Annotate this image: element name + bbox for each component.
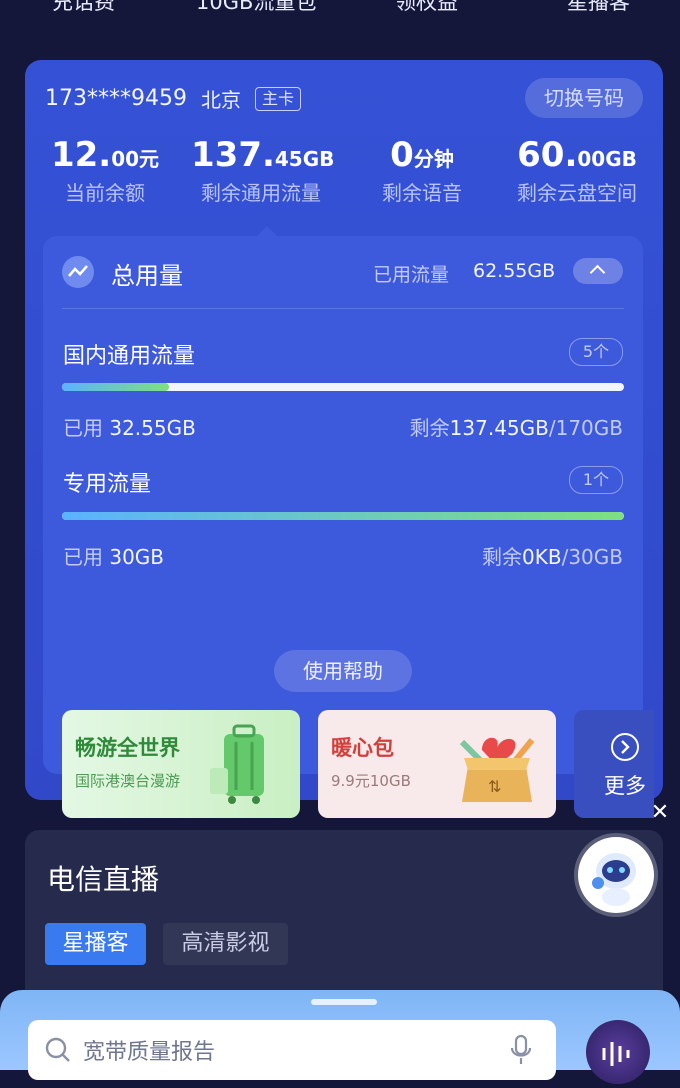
- luggage-icon: [210, 724, 264, 804]
- stat-label: 当前余额: [65, 181, 145, 205]
- general-data-remaining: 剩余137.45GB/170GB: [409, 416, 623, 440]
- balance-card: 173****9459 北京 主卡 切换号码 12.00元 当前余额 137.4…: [25, 60, 663, 818]
- nav-data-pack[interactable]: 10GB流量包: [196, 0, 316, 16]
- phone-number: 173****9459: [45, 86, 187, 111]
- usage-chart-icon: [62, 256, 94, 288]
- switch-number-button[interactable]: 切换号码: [525, 78, 643, 118]
- voice-assistant-button[interactable]: [586, 1020, 650, 1084]
- promo-title: 畅游全世界: [75, 736, 180, 760]
- stat-label: 剩余通用流量: [201, 181, 321, 205]
- general-data-progress: [62, 383, 624, 391]
- account-info: 173****9459 北京 主卡: [45, 84, 301, 113]
- stat-general-data[interactable]: 137.45GB 剩余通用流量: [191, 135, 334, 206]
- dedicated-data-progress: [62, 512, 624, 520]
- top-nav: 充话费 10GB流量包 领权益 星播客: [0, 0, 680, 16]
- collapse-toggle-chevron-up-icon[interactable]: [573, 258, 623, 284]
- robot-mascot-icon: [592, 853, 636, 906]
- gift-box-icon: ⇅: [459, 737, 535, 802]
- chevron-right-circle-icon: [611, 733, 639, 761]
- usage-title: 总用量: [111, 262, 183, 290]
- city-label: 北京: [200, 88, 241, 112]
- drag-handle[interactable]: [311, 999, 377, 1005]
- used-data-value: 62.55GB: [473, 260, 556, 282]
- promo-subtitle: 国际港澳台漫游: [75, 772, 181, 790]
- divider: [62, 308, 624, 309]
- more-promos-button[interactable]: 更多: [574, 710, 654, 818]
- more-label: 更多: [604, 774, 646, 798]
- general-data-count[interactable]: 5个: [569, 338, 623, 366]
- general-data-used: 已用 32.55GB: [63, 416, 196, 440]
- promo-subtitle: 9.9元10GB: [331, 772, 411, 790]
- dedicated-data-remaining: 剩余0KB/30GB: [482, 545, 623, 569]
- nav-recharge[interactable]: 充话费: [52, 0, 115, 16]
- tab-hd-video[interactable]: 高清影视: [163, 923, 288, 965]
- dedicated-data-used: 已用 30GB: [63, 545, 165, 569]
- stat-voice[interactable]: 0分钟 剩余语音: [372, 135, 472, 206]
- svg-text:⇅: ⇅: [488, 777, 501, 796]
- dedicated-data-title: 专用流量: [63, 472, 152, 497]
- dedicated-data-count[interactable]: 1个: [569, 466, 623, 494]
- general-data-progress-fill: [62, 383, 169, 391]
- bottom-sheet: 宽带质量报告: [0, 990, 680, 1084]
- tab-podcast[interactable]: 星播客: [45, 923, 146, 965]
- usage-panel: 总用量 已用流量 62.55GB 国内通用流量 5个 已用 32.55GB 剩余…: [43, 236, 654, 818]
- stat-label: 剩余语音: [382, 181, 462, 205]
- assistant-mascot-avatar[interactable]: [578, 837, 654, 913]
- general-data-title: 国内通用流量: [63, 344, 196, 369]
- dedicated-data-progress-fill: [62, 512, 624, 520]
- stat-balance[interactable]: 12.00元 当前余额: [45, 135, 165, 206]
- promo-warm-pack[interactable]: 暖心包 9.9元10GB ⇅: [318, 710, 556, 818]
- sound-wave-icon: [602, 1042, 630, 1066]
- main-card-tag: 主卡: [254, 86, 301, 111]
- search-input[interactable]: 宽带质量报告: [28, 1020, 556, 1080]
- live-title: 电信直播: [47, 863, 160, 896]
- nav-benefits[interactable]: 领权益: [395, 0, 458, 16]
- stat-label: 剩余云盘空间: [517, 181, 637, 205]
- usage-help-button[interactable]: 使用帮助: [274, 650, 412, 692]
- used-data-label: 已用流量: [373, 264, 450, 286]
- search-icon: [45, 1037, 70, 1062]
- stat-cloud-storage[interactable]: 60.00GB 剩余云盘空间: [512, 135, 642, 206]
- close-icon[interactable]: ✕: [647, 800, 673, 826]
- promo-title: 暖心包: [331, 736, 394, 760]
- microphone-icon[interactable]: [510, 1034, 532, 1066]
- nav-podcast[interactable]: 星播客: [567, 0, 630, 16]
- promo-roaming[interactable]: 畅游全世界 国际港澳台漫游: [62, 710, 300, 818]
- search-placeholder: 宽带质量报告: [83, 1040, 216, 1065]
